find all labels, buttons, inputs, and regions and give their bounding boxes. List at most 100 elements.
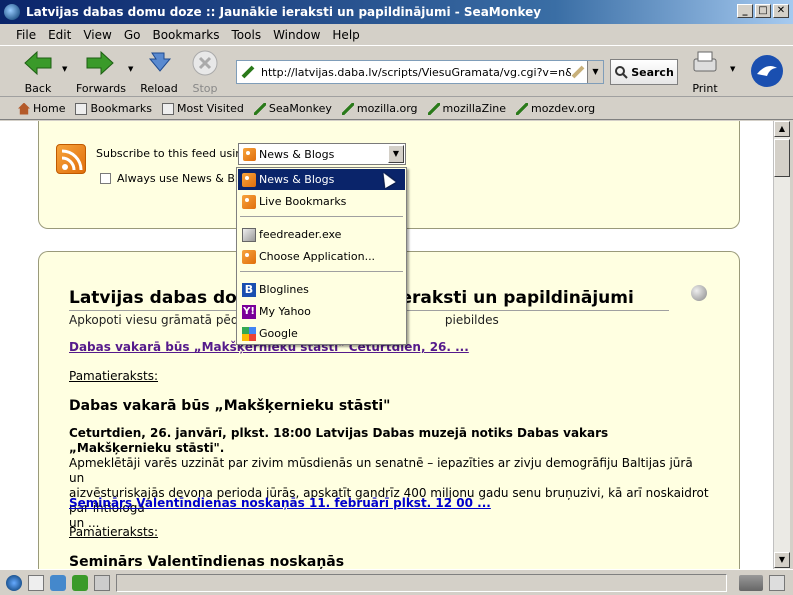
- menu-item-label: News & Blogs: [259, 173, 335, 186]
- connection-icon[interactable]: [739, 574, 763, 591]
- search-label: Search: [631, 65, 674, 79]
- google-icon: [242, 326, 256, 341]
- minimize-button[interactable]: _: [737, 4, 753, 18]
- composer-icon[interactable]: [72, 574, 88, 591]
- feed-available-icon[interactable]: [571, 65, 585, 79]
- address-book-icon[interactable]: [94, 574, 110, 591]
- vertical-scrollbar[interactable]: ▲ ▼: [773, 121, 790, 569]
- bookmark-most-visited[interactable]: Most Visited: [161, 102, 244, 115]
- feed-reader-dropdown-menu: News & Blogs Live Bookmarks feedreader.e…: [236, 167, 407, 345]
- close-button[interactable]: ✕: [773, 4, 789, 18]
- chat-icon[interactable]: [50, 574, 66, 591]
- browser-icon[interactable]: [6, 574, 22, 591]
- menu-help[interactable]: Help: [326, 28, 365, 42]
- menu-separator: [240, 271, 403, 272]
- bookmark-mozilla-org[interactable]: mozilla.org: [341, 102, 418, 115]
- entry-body-1-line2: Apmeklētāji varēs uzzināt par zivim mūsd…: [69, 456, 693, 485]
- scroll-up-icon[interactable]: ▲: [774, 121, 790, 137]
- printer-icon: [693, 51, 717, 72]
- scroll-down-icon[interactable]: ▼: [774, 552, 790, 568]
- menu-item-choose-application[interactable]: Choose Application...: [238, 246, 405, 267]
- bookmark-mozillazine[interactable]: mozillaZine: [427, 102, 506, 115]
- back-label: Back: [24, 82, 52, 95]
- stop-button[interactable]: Stop: [188, 49, 222, 95]
- print-dropdown-icon[interactable]: ▼: [730, 65, 735, 73]
- bookmark-label: mozillaZine: [442, 102, 506, 115]
- always-use-checkbox[interactable]: [100, 173, 111, 184]
- rss-feed-icon: [56, 144, 86, 174]
- menu-item-my-yahoo[interactable]: Y! My Yahoo: [238, 301, 405, 322]
- search-icon: [615, 66, 628, 79]
- globe-icon: [691, 285, 707, 301]
- bookmarks-toolbar: Home Bookmarks Most Visited SeaMonkey mo…: [0, 98, 793, 120]
- home-icon: [18, 102, 30, 115]
- bookmark-home[interactable]: Home: [18, 102, 65, 115]
- menu-file[interactable]: File: [10, 28, 42, 42]
- security-lock-icon[interactable]: [769, 574, 785, 591]
- reload-label: Reload: [140, 82, 178, 95]
- page-bookmark-icon: [241, 65, 255, 79]
- bloglines-icon: B: [242, 282, 256, 297]
- bookmark-seamonkey[interactable]: SeaMonkey: [253, 102, 332, 115]
- bookmark-icon: [253, 102, 266, 115]
- forward-dropdown-icon[interactable]: ▼: [128, 65, 133, 73]
- feed-subtitle-left: Apkopoti viesu grāmatā pēdējie: [69, 313, 260, 327]
- menu-edit[interactable]: Edit: [42, 28, 77, 42]
- back-dropdown-icon[interactable]: ▼: [62, 65, 67, 73]
- rss-icon: [242, 194, 256, 209]
- bookmark-bookmarks[interactable]: Bookmarks: [75, 102, 152, 115]
- scroll-thumb[interactable]: [774, 139, 790, 177]
- menu-tools[interactable]: Tools: [226, 28, 268, 42]
- url-history-dropdown-icon[interactable]: ▼: [587, 61, 603, 83]
- window-title: Latvijas dabas domu doze :: Jaunākie ier…: [26, 5, 542, 19]
- entry-link-2[interactable]: Seminārs Valentīndienas noskaņās 11. feb…: [69, 496, 491, 510]
- menu-bar: File Edit View Go Bookmarks Tools Window…: [0, 24, 793, 46]
- status-text: [116, 573, 727, 592]
- feed-reader-select[interactable]: News & Blogs ▼: [238, 143, 406, 165]
- menu-item-feedreader[interactable]: feedreader.exe: [238, 224, 405, 245]
- rss-icon: [243, 147, 256, 161]
- forward-label: Forwards: [76, 82, 126, 95]
- menu-separator: [240, 216, 403, 217]
- mail-icon[interactable]: [28, 574, 44, 591]
- yahoo-icon: Y!: [242, 304, 256, 319]
- menu-view[interactable]: View: [77, 28, 117, 42]
- url-input[interactable]: http://latvijas.daba.lv/scripts/ViesuGra…: [237, 66, 571, 79]
- stop-label: Stop: [192, 82, 218, 95]
- menu-item-live-bookmarks[interactable]: Live Bookmarks: [238, 191, 405, 212]
- forward-arrow-icon: [86, 50, 114, 76]
- menu-item-label: feedreader.exe: [259, 228, 342, 241]
- menu-go[interactable]: Go: [118, 28, 147, 42]
- reload-button[interactable]: Reload: [140, 49, 178, 95]
- seamonkey-throbber-icon[interactable]: [750, 54, 784, 88]
- feed-reader-selected: News & Blogs: [259, 147, 335, 161]
- chevron-down-icon[interactable]: ▼: [388, 145, 404, 163]
- stop-icon: [192, 50, 218, 76]
- entry-main-label-2: Pamatieraksts:: [69, 525, 159, 539]
- bookmark-label: Most Visited: [176, 102, 244, 115]
- bookmark-label: Home: [33, 102, 66, 115]
- print-label: Print: [692, 82, 718, 95]
- entry-heading-2: Seminārs Valentīndienas noskaņās: [69, 554, 345, 569]
- menu-item-label: Live Bookmarks: [259, 195, 347, 208]
- menu-item-label: Bloglines: [259, 283, 309, 296]
- forward-button[interactable]: Forwards: [76, 49, 126, 95]
- bookmark-icon: [516, 102, 528, 115]
- print-button[interactable]: Print: [688, 49, 722, 95]
- bookmark-icon: [341, 102, 354, 115]
- menu-bookmarks[interactable]: Bookmarks: [146, 28, 225, 42]
- search-button[interactable]: Search: [610, 59, 678, 85]
- menu-window[interactable]: Window: [267, 28, 326, 42]
- bookmark-mozdev[interactable]: mozdev.org: [516, 102, 595, 115]
- entry-main-label-1: Pamatieraksts:: [69, 369, 159, 383]
- back-button[interactable]: Back: [20, 49, 56, 95]
- entry-body-1: Ceturtdien, 26. janvārī, plkst. 18:00 La…: [69, 426, 709, 531]
- maximize-button[interactable]: □: [755, 4, 771, 18]
- url-bar[interactable]: http://latvijas.daba.lv/scripts/ViesuGra…: [236, 60, 604, 84]
- bookmark-label: Bookmarks: [90, 102, 152, 115]
- menu-item-bloglines[interactable]: B Bloglines: [238, 279, 405, 300]
- entry-body-1-line4: un ...: [69, 516, 100, 530]
- status-bar: [0, 569, 793, 595]
- bookmarks-folder-icon: [75, 102, 88, 115]
- menu-item-google[interactable]: Google: [238, 323, 405, 344]
